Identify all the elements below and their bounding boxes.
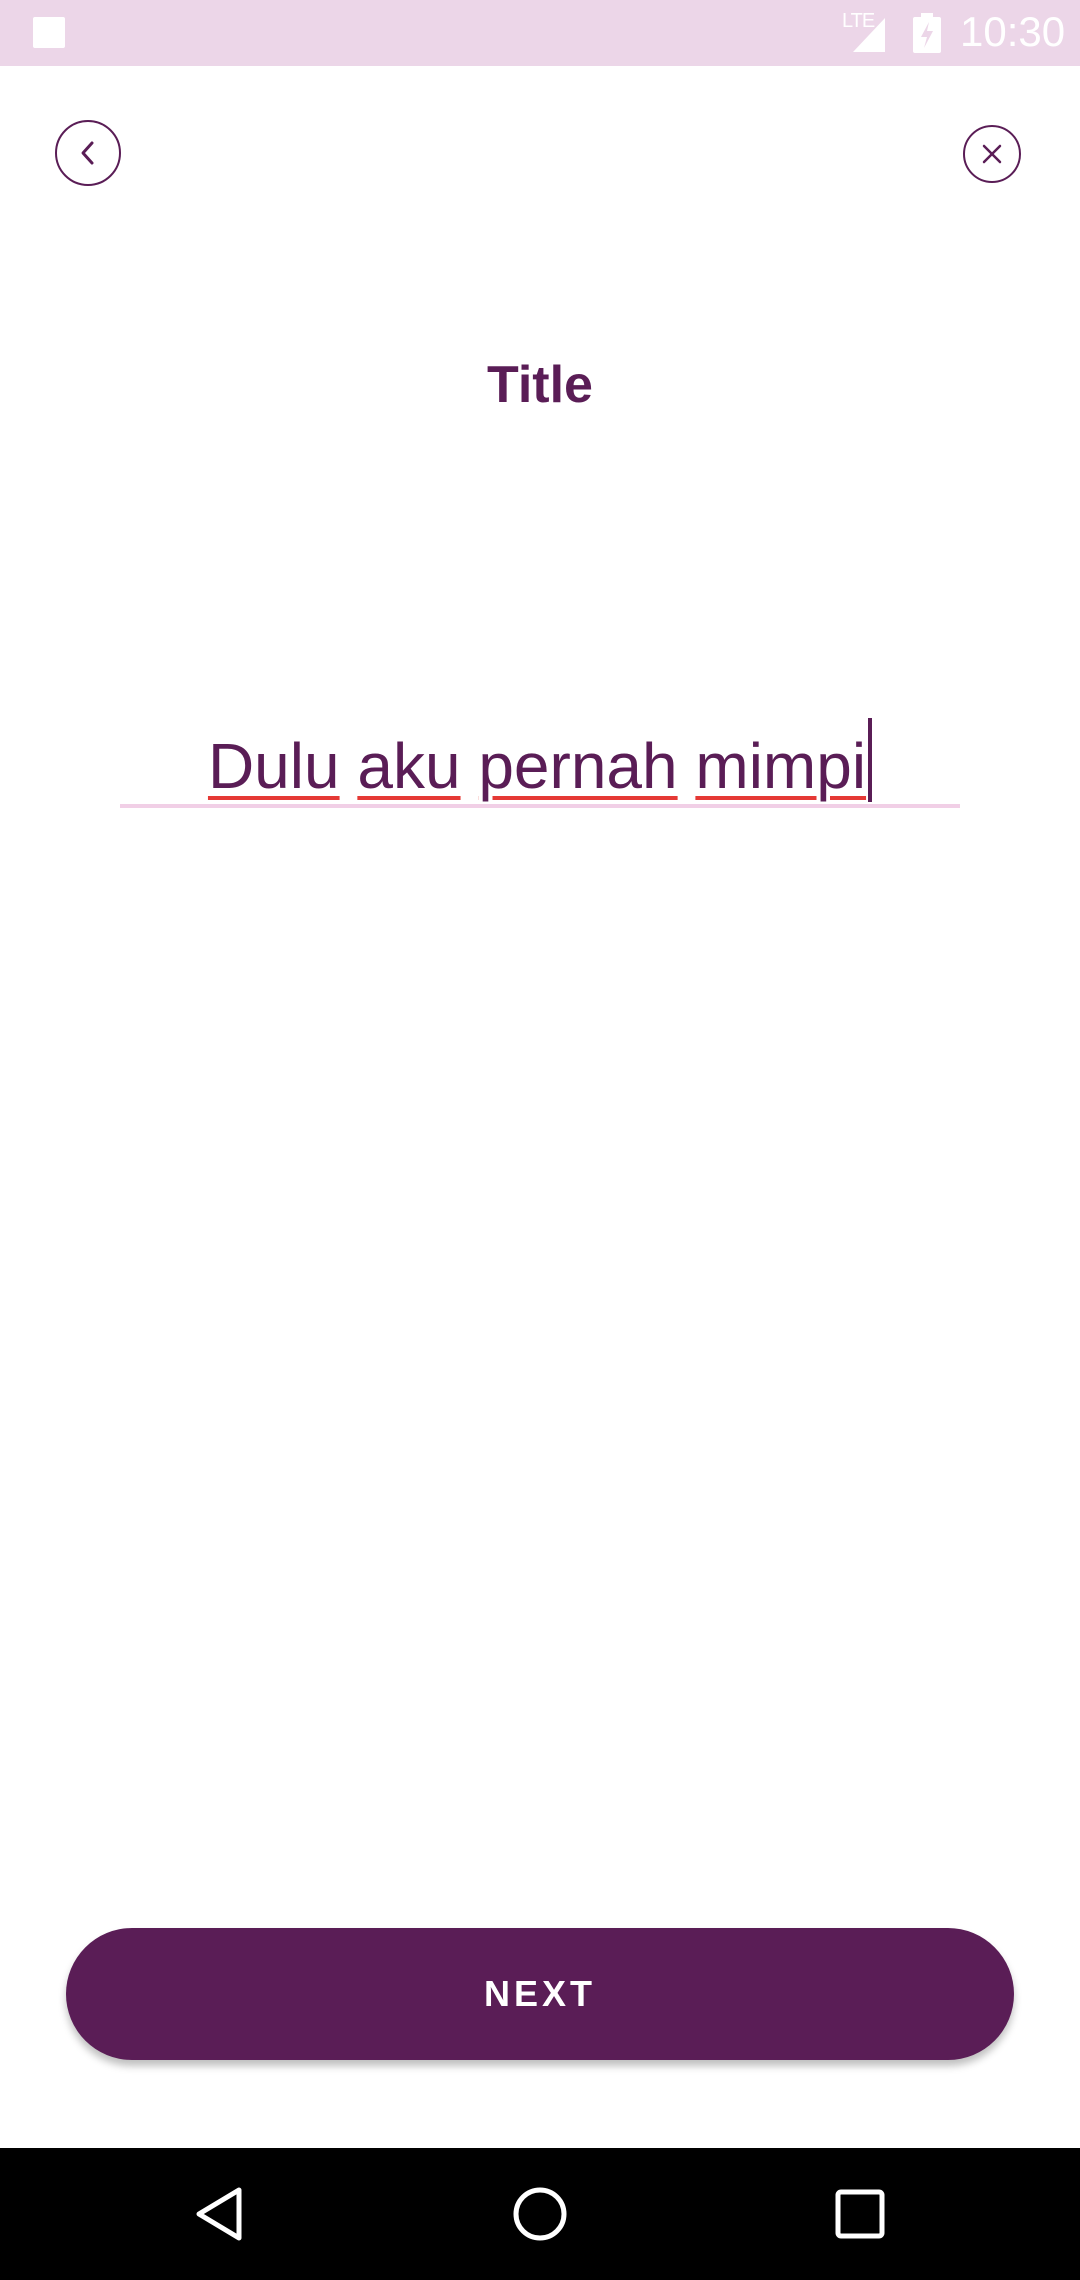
nav-home-icon[interactable] [508,2182,572,2246]
battery-charging-icon [913,13,941,53]
close-button[interactable] [963,125,1021,183]
next-button[interactable]: NEXT [66,1928,1014,2060]
notification-icon [33,17,65,48]
close-icon [982,144,1002,164]
signal-icon [853,18,885,52]
input-word: Dulu [207,730,340,802]
status-bar: LTE 10:30 [0,0,1080,66]
text-cursor [868,718,873,802]
back-button[interactable] [55,120,121,186]
navigation-bar [0,2148,1080,2280]
page-title: Title [487,356,593,414]
title-input[interactable]: Dulu aku pernah mimpi [120,700,960,808]
chevron-left-icon [81,141,94,165]
input-word: aku [357,730,461,802]
input-word: mimpi [695,730,867,802]
clock: 10:30 [960,8,1066,55]
input-word: pernah [478,730,678,802]
nav-recents-icon[interactable] [828,2182,892,2246]
nav-back-icon[interactable] [189,2182,253,2246]
title-input-value[interactable]: Dulu aku pernah mimpi [120,718,960,803]
